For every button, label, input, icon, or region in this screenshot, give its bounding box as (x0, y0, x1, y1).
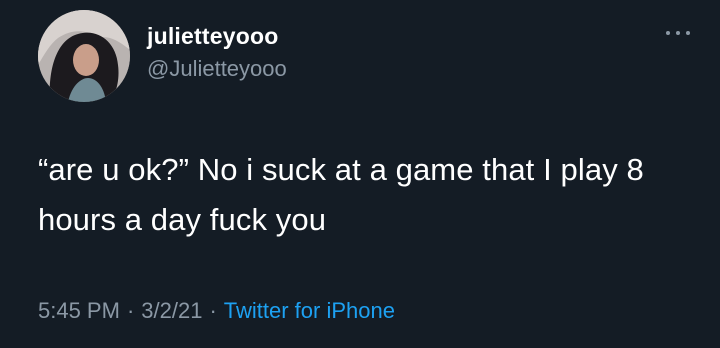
more-dot (686, 31, 690, 35)
tweet-metadata: 5:45 PM · 3/2/21 · Twitter for iPhone (38, 296, 395, 326)
separator-dot: · (126, 298, 135, 323)
tweet-text: “are u ok?” No i suck at a game that I p… (38, 152, 644, 237)
avatar-image (38, 10, 130, 102)
more-options-icon[interactable] (666, 28, 690, 38)
avatar[interactable] (38, 10, 130, 102)
display-name[interactable]: julietteyooo (147, 22, 287, 50)
separator-dot: · (209, 298, 217, 323)
username-handle[interactable]: @Julietteyooo (147, 56, 287, 82)
more-dot (666, 31, 670, 35)
more-dot (676, 31, 680, 35)
tweet-source-link[interactable]: Twitter for iPhone (224, 298, 395, 323)
tweet-date[interactable]: 3/2/21 (141, 298, 202, 323)
author-block[interactable]: julietteyooo @Julietteyooo (147, 22, 287, 82)
tweet-time[interactable]: 5:45 PM (38, 298, 120, 323)
tweet-card: julietteyooo @Julietteyooo “are u ok?” N… (0, 0, 720, 348)
